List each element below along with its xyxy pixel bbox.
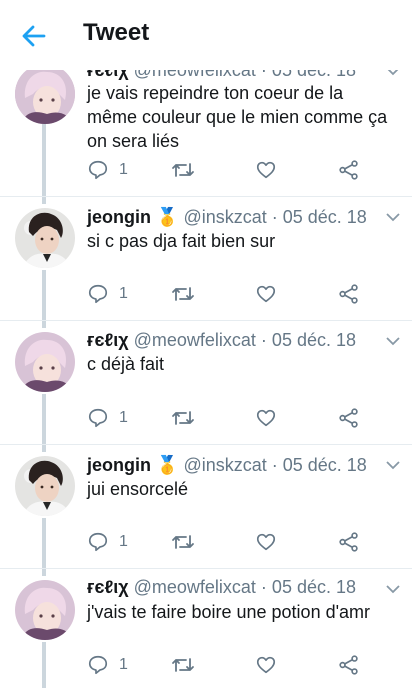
tweet-actions: 1 bbox=[87, 158, 377, 182]
share-icon bbox=[339, 655, 358, 675]
chevron-down-icon[interactable] bbox=[386, 212, 400, 222]
heart-icon bbox=[256, 161, 276, 179]
like-button[interactable] bbox=[255, 406, 277, 430]
like-button[interactable] bbox=[255, 530, 277, 554]
reply-button[interactable]: 1 bbox=[87, 530, 128, 554]
thread-line bbox=[42, 642, 46, 688]
reply-count: 1 bbox=[119, 656, 128, 673]
share-button[interactable] bbox=[338, 282, 360, 306]
retweet-icon bbox=[172, 411, 194, 425]
share-button[interactable] bbox=[338, 653, 360, 677]
reply-icon bbox=[88, 160, 108, 180]
top-app-bar: Tweet bbox=[0, 0, 412, 70]
handle-date: @inskzcat · 05 déc. 18 bbox=[183, 455, 367, 475]
reply-icon bbox=[88, 284, 108, 304]
tweet-header: jeongin 🥇 @inskzcat · 05 déc. 18 bbox=[87, 455, 367, 476]
handle-date: @inskzcat · 05 déc. 18 bbox=[183, 207, 367, 227]
avatar[interactable] bbox=[15, 64, 75, 124]
tweet-actions: 1 bbox=[87, 530, 377, 554]
handle-date: @meowfelixcat · 05 déc. 18 bbox=[133, 577, 356, 597]
share-icon bbox=[339, 284, 358, 304]
retweet-button[interactable] bbox=[171, 530, 195, 554]
page-title: Tweet bbox=[83, 19, 150, 46]
handle-date: @meowfelixcat · 05 déc. 18 bbox=[133, 330, 356, 350]
divider bbox=[0, 568, 412, 569]
reply-icon bbox=[88, 532, 108, 552]
reply-icon bbox=[88, 408, 108, 428]
retweet-icon bbox=[172, 658, 194, 672]
chevron-down-icon[interactable] bbox=[386, 336, 400, 346]
tweet-thread: ғєℓιχ @meowfelixcat · 05 déc. 18 je vais… bbox=[0, 0, 412, 688]
heart-icon bbox=[256, 285, 276, 303]
retweet-icon bbox=[172, 287, 194, 301]
heart-icon bbox=[256, 533, 276, 551]
display-name[interactable]: ғєℓιχ bbox=[87, 330, 129, 350]
like-button[interactable] bbox=[255, 653, 277, 677]
reply-count: 1 bbox=[119, 285, 128, 302]
avatar[interactable] bbox=[15, 332, 75, 392]
reply-button[interactable]: 1 bbox=[87, 158, 128, 182]
avatar[interactable] bbox=[15, 208, 75, 268]
divider bbox=[0, 196, 412, 197]
chevron-down-icon[interactable] bbox=[386, 460, 400, 470]
display-name[interactable]: jeongin bbox=[87, 455, 151, 475]
retweet-icon bbox=[172, 163, 194, 177]
tweet-actions: 1 bbox=[87, 406, 377, 430]
medal-badge: 🥇 bbox=[156, 455, 179, 475]
heart-icon bbox=[256, 656, 276, 674]
thread-line bbox=[42, 124, 46, 204]
tweet-text: je vais repeindre ton coeur de la même c… bbox=[87, 83, 388, 151]
display-name[interactable]: ғєℓιχ bbox=[87, 577, 129, 597]
tweet-header: jeongin 🥇 @inskzcat · 05 déc. 18 bbox=[87, 207, 367, 228]
reply-count: 1 bbox=[119, 161, 128, 178]
reply-button[interactable]: 1 bbox=[87, 282, 128, 306]
tweet-text: c déjà fait bbox=[87, 354, 165, 374]
like-button[interactable] bbox=[255, 282, 277, 306]
reply-button[interactable]: 1 bbox=[87, 653, 128, 677]
share-icon bbox=[339, 408, 358, 428]
tweet-actions: 1 bbox=[87, 653, 377, 677]
divider bbox=[0, 444, 412, 445]
reply-icon bbox=[88, 655, 108, 675]
avatar[interactable] bbox=[15, 456, 75, 516]
heart-icon bbox=[256, 409, 276, 427]
reply-count: 1 bbox=[119, 533, 128, 550]
reply-count: 1 bbox=[119, 409, 128, 426]
divider bbox=[0, 320, 412, 321]
tweet-text: si c pas dja fait bien sur bbox=[87, 231, 276, 251]
reply-button[interactable]: 1 bbox=[87, 406, 128, 430]
share-button[interactable] bbox=[338, 530, 360, 554]
retweet-button[interactable] bbox=[171, 282, 195, 306]
chevron-down-icon[interactable] bbox=[386, 584, 400, 594]
tweet-text: jui ensorcelé bbox=[87, 479, 189, 499]
display-name[interactable]: jeongin bbox=[87, 207, 151, 227]
retweet-button[interactable] bbox=[171, 653, 195, 677]
back-arrow-icon[interactable] bbox=[20, 22, 48, 50]
share-button[interactable] bbox=[338, 406, 360, 430]
avatar[interactable] bbox=[15, 580, 75, 640]
share-icon bbox=[339, 160, 358, 180]
tweet-header: ғєℓιχ @meowfelixcat · 05 déc. 18 bbox=[87, 577, 356, 598]
medal-badge: 🥇 bbox=[156, 207, 179, 227]
retweet-icon bbox=[172, 535, 194, 549]
tweet-header: ғєℓιχ @meowfelixcat · 05 déc. 18 bbox=[87, 330, 356, 351]
tweet-text: j'vais te faire boire une potion d'amr bbox=[87, 602, 371, 622]
retweet-button[interactable] bbox=[171, 406, 195, 430]
like-button[interactable] bbox=[255, 158, 277, 182]
share-button[interactable] bbox=[338, 158, 360, 182]
retweet-button[interactable] bbox=[171, 158, 195, 182]
share-icon bbox=[339, 532, 358, 552]
tweet-actions: 1 bbox=[87, 282, 377, 306]
